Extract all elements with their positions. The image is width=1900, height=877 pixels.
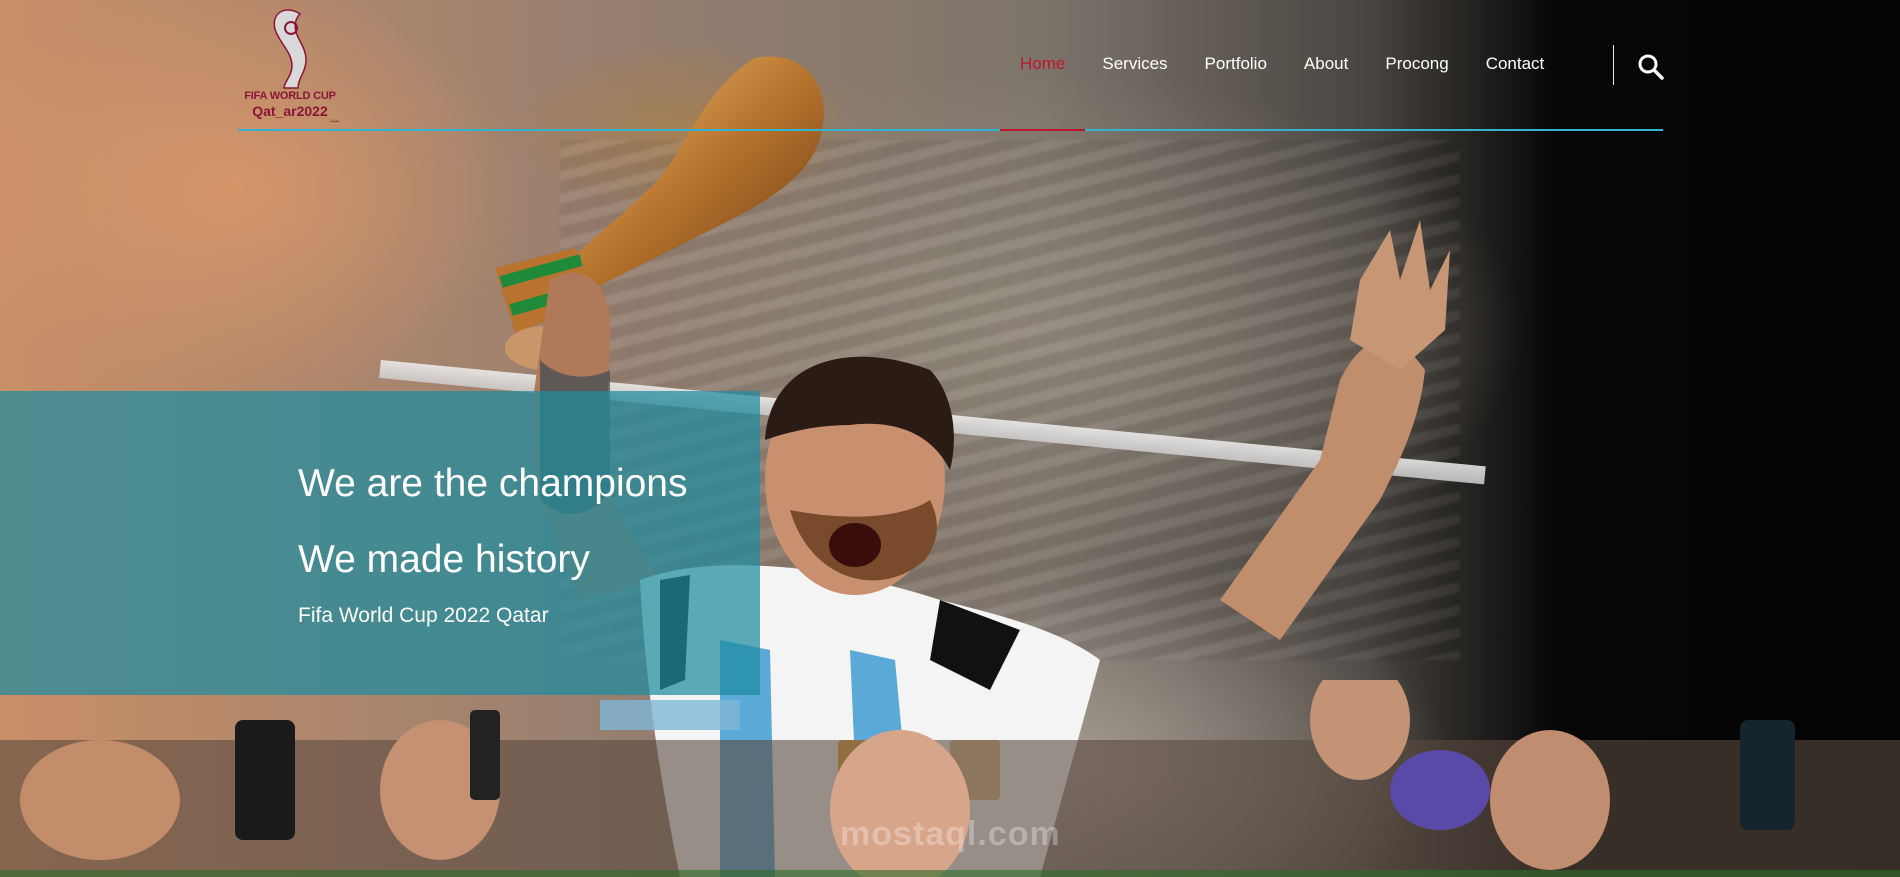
logo-text-arabic: بطولة [330,118,340,123]
nav-contact-link[interactable]: Contact [1486,52,1545,76]
nav-services-link[interactable]: Services [1102,52,1167,76]
active-tab-indicator [1000,129,1085,131]
nav-portfolio-link[interactable]: Portfolio [1205,52,1267,76]
logo-text-year: Qat_ar2022 [252,103,328,119]
search-button[interactable] [1636,52,1666,82]
hero-title-champions: We are the champions [298,462,688,505]
hero-title-history: We made history [298,538,590,581]
nav-divider [1613,45,1614,85]
watermark: mostaql.com [840,815,1061,853]
main-navigation: Home Services Portfolio About Procong Co… [1020,52,1581,76]
header-underline [238,129,1663,131]
hero-subtitle: Fifa World Cup 2022 Qatar [298,604,549,627]
logo-text-title: FIFA WORLD CUP [244,90,336,102]
nav-procong-link[interactable]: Procong [1385,52,1448,76]
nav-home-link[interactable]: Home [1020,52,1065,76]
nav-about-link[interactable]: About [1304,52,1348,76]
search-icon [1638,54,1664,80]
